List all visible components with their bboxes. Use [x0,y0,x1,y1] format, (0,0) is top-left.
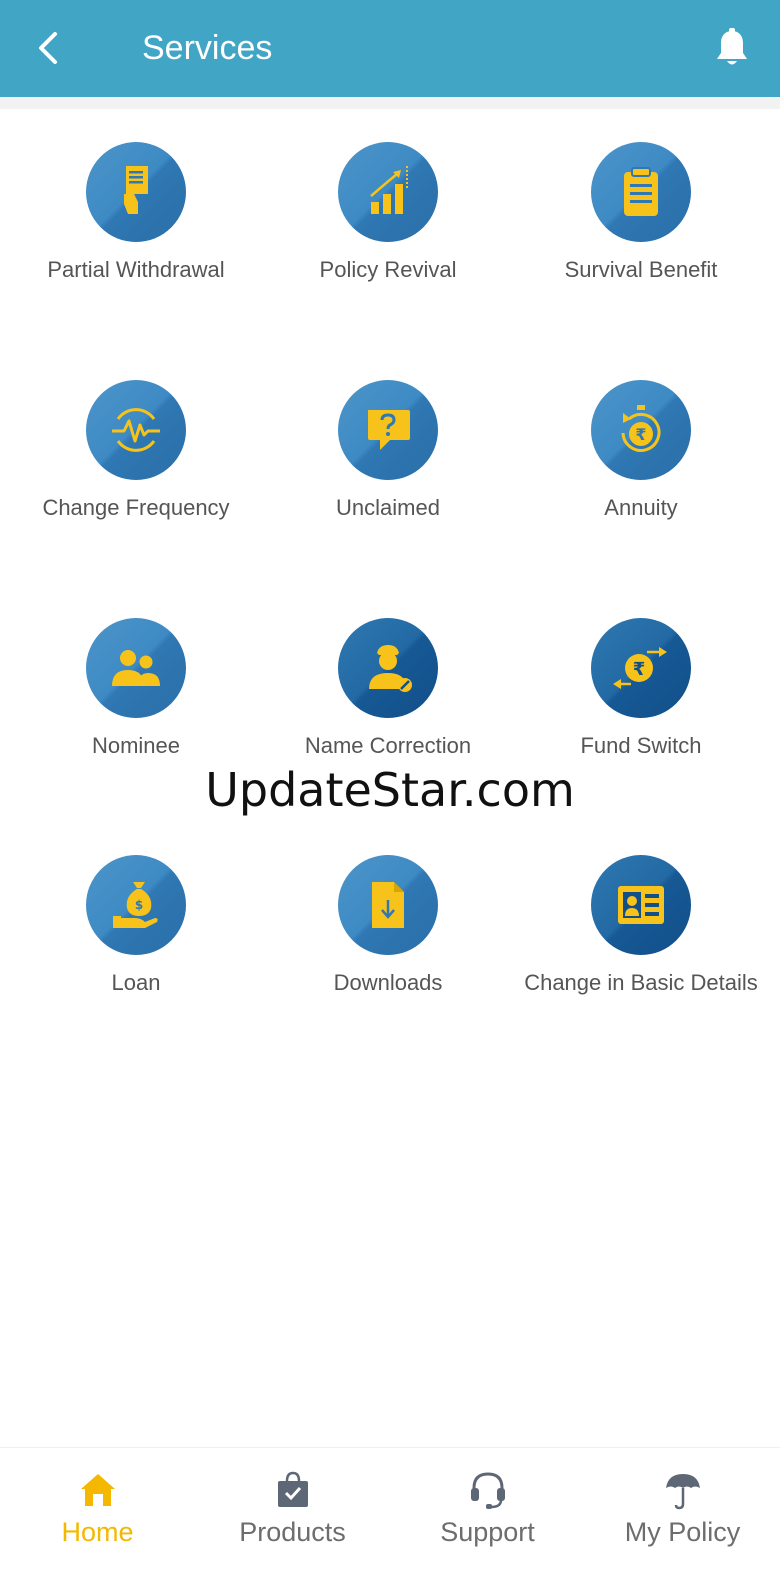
svg-text:$: $ [135,898,143,912]
service-icon-circle [338,380,438,480]
receipt-hand-icon [124,166,148,214]
people-icon [112,650,160,686]
nav-products[interactable]: Products [195,1448,390,1573]
service-label: Unclaimed [336,495,440,520]
home-icon [78,1470,118,1510]
service-label: Nominee [91,733,181,758]
service-label: Partial Withdrawal [47,257,225,282]
app-header: Services [0,0,780,97]
service-label: Annuity [604,495,678,520]
service-icon-circle [591,855,691,955]
service-label: Change in Basic Details [524,970,758,995]
nav-label: Home [61,1517,134,1547]
header-divider [0,97,780,109]
notification-button[interactable] [708,24,756,72]
service-label: Name Correction [304,733,472,758]
headset-icon [468,1470,508,1510]
service-partial-withdrawal[interactable]: Partial Withdrawal [6,109,266,309]
bottom-navigation: Home Products Support My Policy [0,1447,780,1573]
nav-my-policy[interactable]: My Policy [585,1448,780,1573]
nav-label: Support [440,1517,535,1547]
money-bag-hand-icon: $ [113,882,158,928]
service-label: Survival Benefit [564,257,718,282]
back-button[interactable] [26,24,74,72]
service-label: Policy Revival [319,257,457,282]
service-icon-circle [591,142,691,242]
service-label: Change Frequency [42,495,230,520]
service-loan[interactable]: $ Loan [6,822,266,1022]
shopping-bag-check-icon [273,1470,313,1510]
umbrella-icon [663,1470,703,1510]
service-label: Downloads [333,970,443,995]
service-unclaimed[interactable]: Unclaimed [258,347,518,547]
service-icon-circle: ₹ [591,618,691,718]
page-title: Services [142,29,273,67]
question-bubble-icon [368,410,410,450]
bell-icon [717,28,747,65]
nav-label: Products [239,1517,346,1547]
watermark-text: UpdateStar.com [205,763,575,817]
svg-text:₹: ₹ [633,659,646,680]
growth-chart-icon [370,166,408,214]
service-fund-switch[interactable]: ₹ Fund Switch [511,585,771,785]
person-edit-icon [369,645,412,692]
service-nominee[interactable]: Nominee [6,585,266,785]
nav-support[interactable]: Support [390,1448,585,1573]
service-change-basic-details[interactable]: Change in Basic Details [511,822,771,1022]
service-icon-circle [338,855,438,955]
service-icon-circle [86,142,186,242]
service-icon-circle: ₹ [591,380,691,480]
back-arrow-icon [39,32,57,64]
service-label: Fund Switch [580,733,702,758]
id-card-icon [618,886,664,924]
service-survival-benefit[interactable]: Survival Benefit [511,109,771,309]
service-label: Loan [111,970,161,995]
service-icon-circle [338,618,438,718]
svg-text:₹: ₹ [635,425,646,444]
frequency-wave-icon [112,408,160,452]
rupee-swap-icon: ₹ [613,647,667,689]
service-policy-revival[interactable]: Policy Revival [258,109,518,309]
rupee-timer-icon: ₹ [621,405,661,452]
nav-label: My Policy [624,1517,741,1547]
service-annuity[interactable]: ₹ Annuity [511,347,771,547]
service-icon-circle: $ [86,855,186,955]
nav-home[interactable]: Home [0,1448,195,1573]
file-download-icon [372,882,404,928]
service-name-correction[interactable]: Name Correction [258,585,518,785]
service-icon-circle [86,380,186,480]
service-downloads[interactable]: Downloads [258,822,518,1022]
service-change-frequency[interactable]: Change Frequency [6,347,266,547]
service-icon-circle [86,618,186,718]
clipboard-icon [624,167,658,216]
service-icon-circle [338,142,438,242]
